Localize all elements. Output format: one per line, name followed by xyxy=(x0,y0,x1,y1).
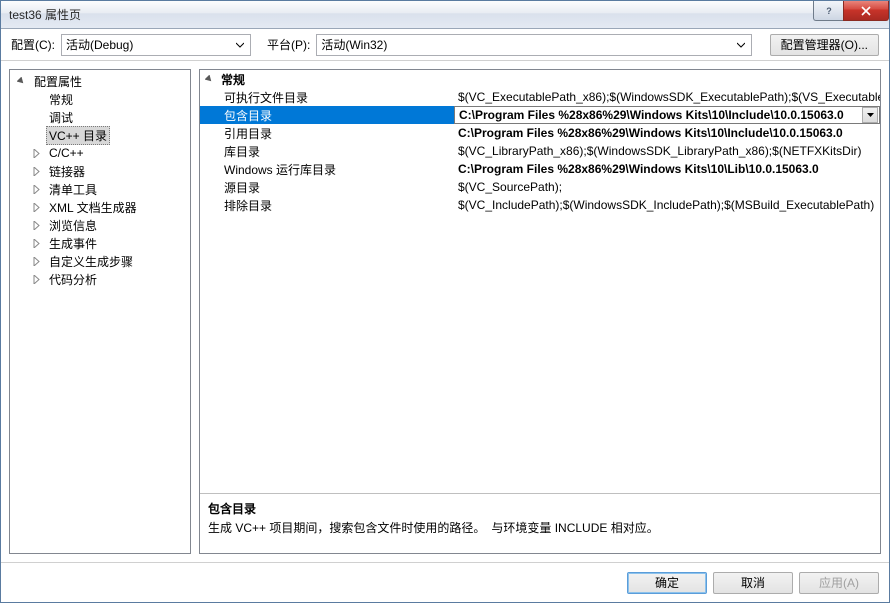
expand-icon[interactable] xyxy=(31,238,42,249)
property-row[interactable]: 源目录$(VC_SourcePath); xyxy=(200,178,880,196)
description-title: 包含目录 xyxy=(208,500,872,517)
tree-item[interactable]: 常规 xyxy=(10,90,190,108)
help-icon: ? xyxy=(824,6,834,16)
platform-combo[interactable]: 活动(Win32) xyxy=(316,34,751,56)
config-label: 配置(C): xyxy=(11,36,55,53)
platform-label: 平台(P): xyxy=(267,36,310,53)
tree-item-label: 浏览信息 xyxy=(46,216,100,235)
description-panel: 包含目录 生成 VC++ 项目期间，搜索包含文件时使用的路径。 与环境变量 IN… xyxy=(200,493,880,553)
property-name: 源目录 xyxy=(200,178,454,196)
ok-button[interactable]: 确定 xyxy=(627,572,707,594)
expand-icon[interactable] xyxy=(31,220,42,231)
expand-icon[interactable] xyxy=(31,274,42,285)
property-row[interactable]: 引用目录C:\Program Files %28x86%29\Windows K… xyxy=(200,124,880,142)
window-title: test36 属性页 xyxy=(9,6,81,23)
chevron-down-icon xyxy=(733,37,749,53)
config-value: 活动(Debug) xyxy=(66,36,133,53)
tree-item-label: 自定义生成步骤 xyxy=(46,252,136,271)
tree-item[interactable]: C/C++ xyxy=(10,144,190,162)
dropdown-button[interactable] xyxy=(862,107,878,123)
property-name: 库目录 xyxy=(200,142,454,160)
property-row[interactable]: 可执行文件目录$(VC_ExecutablePath_x86);$(Window… xyxy=(200,88,880,106)
property-value[interactable]: $(VC_LibraryPath_x86);$(WindowsSDK_Libra… xyxy=(454,142,880,160)
property-name: 包含目录 xyxy=(200,106,454,124)
cancel-button[interactable]: 取消 xyxy=(713,572,793,594)
expand-icon[interactable] xyxy=(31,148,42,159)
tree-item[interactable]: 自定义生成步骤 xyxy=(10,252,190,270)
close-button[interactable] xyxy=(843,1,889,21)
chevron-down-icon xyxy=(232,37,248,53)
property-name: Windows 运行库目录 xyxy=(200,160,454,178)
tree-item[interactable]: VC++ 目录 xyxy=(10,126,190,144)
expand-icon[interactable] xyxy=(31,166,42,177)
tree-item-label: C/C++ xyxy=(46,145,87,161)
property-name: 排除目录 xyxy=(200,196,454,214)
grid-section-header[interactable]: 常规 xyxy=(200,70,880,88)
tree-item-label: 链接器 xyxy=(46,162,88,181)
chevron-down-icon xyxy=(867,113,874,117)
tree-item[interactable]: XML 文档生成器 xyxy=(10,198,190,216)
tree-item[interactable]: 清单工具 xyxy=(10,180,190,198)
property-value[interactable]: $(VC_IncludePath);$(WindowsSDK_IncludePa… xyxy=(454,196,880,214)
property-value[interactable]: C:\Program Files %28x86%29\Windows Kits\… xyxy=(454,160,880,178)
close-icon xyxy=(861,6,871,16)
dialog-footer: 确定 取消 应用(A) xyxy=(1,562,889,602)
tree-item-label: 调试 xyxy=(46,108,76,127)
config-manager-button[interactable]: 配置管理器(O)... xyxy=(770,34,879,56)
tree-item[interactable]: 代码分析 xyxy=(10,270,190,288)
titlebar[interactable]: test36 属性页 ? xyxy=(1,1,889,29)
svg-text:?: ? xyxy=(826,6,832,16)
property-grid[interactable]: 常规 可执行文件目录$(VC_ExecutablePath_x86);$(Win… xyxy=(200,70,880,493)
tree-item-label: 生成事件 xyxy=(46,234,100,253)
tree-item[interactable]: 链接器 xyxy=(10,162,190,180)
property-name: 引用目录 xyxy=(200,124,454,142)
category-tree[interactable]: 配置属性 常规调试VC++ 目录C/C++链接器清单工具XML 文档生成器浏览信… xyxy=(9,69,191,554)
description-text: 生成 VC++ 项目期间，搜索包含文件时使用的路径。 与环境变量 INCLUDE… xyxy=(208,519,872,536)
tree-item-label: 清单工具 xyxy=(46,180,100,199)
tree-item[interactable]: 生成事件 xyxy=(10,234,190,252)
expand-icon[interactable] xyxy=(31,256,42,267)
config-toolbar: 配置(C): 活动(Debug) 平台(P): 活动(Win32) 配置管理器(… xyxy=(1,29,889,61)
collapse-icon[interactable] xyxy=(16,76,27,87)
property-value[interactable]: $(VC_SourcePath); xyxy=(454,178,880,196)
tree-item-label: 常规 xyxy=(46,90,76,109)
expand-icon[interactable] xyxy=(31,184,42,195)
tree-root[interactable]: 配置属性 xyxy=(10,72,190,90)
property-row[interactable]: Windows 运行库目录C:\Program Files %28x86%29\… xyxy=(200,160,880,178)
tree-item-label: XML 文档生成器 xyxy=(46,198,140,217)
tree-item[interactable]: 调试 xyxy=(10,108,190,126)
property-row[interactable]: 排除目录$(VC_IncludePath);$(WindowsSDK_Inclu… xyxy=(200,196,880,214)
help-button[interactable]: ? xyxy=(813,1,843,21)
collapse-icon[interactable] xyxy=(204,74,215,85)
property-value[interactable]: $(VC_ExecutablePath_x86);$(WindowsSDK_Ex… xyxy=(454,88,880,106)
expand-icon[interactable] xyxy=(31,202,42,213)
property-row[interactable]: 包含目录C:\Program Files %28x86%29\Windows K… xyxy=(200,106,880,124)
tree-item-label: VC++ 目录 xyxy=(46,126,110,145)
config-combo[interactable]: 活动(Debug) xyxy=(61,34,251,56)
property-value[interactable]: C:\Program Files %28x86%29\Windows Kits\… xyxy=(454,124,880,142)
apply-button[interactable]: 应用(A) xyxy=(799,572,879,594)
tree-item[interactable]: 浏览信息 xyxy=(10,216,190,234)
property-value[interactable]: C:\Program Files %28x86%29\Windows Kits\… xyxy=(454,106,880,124)
platform-value: 活动(Win32) xyxy=(321,36,387,53)
property-name: 可执行文件目录 xyxy=(200,88,454,106)
tree-item-label: 代码分析 xyxy=(46,270,100,289)
property-row[interactable]: 库目录$(VC_LibraryPath_x86);$(WindowsSDK_Li… xyxy=(200,142,880,160)
